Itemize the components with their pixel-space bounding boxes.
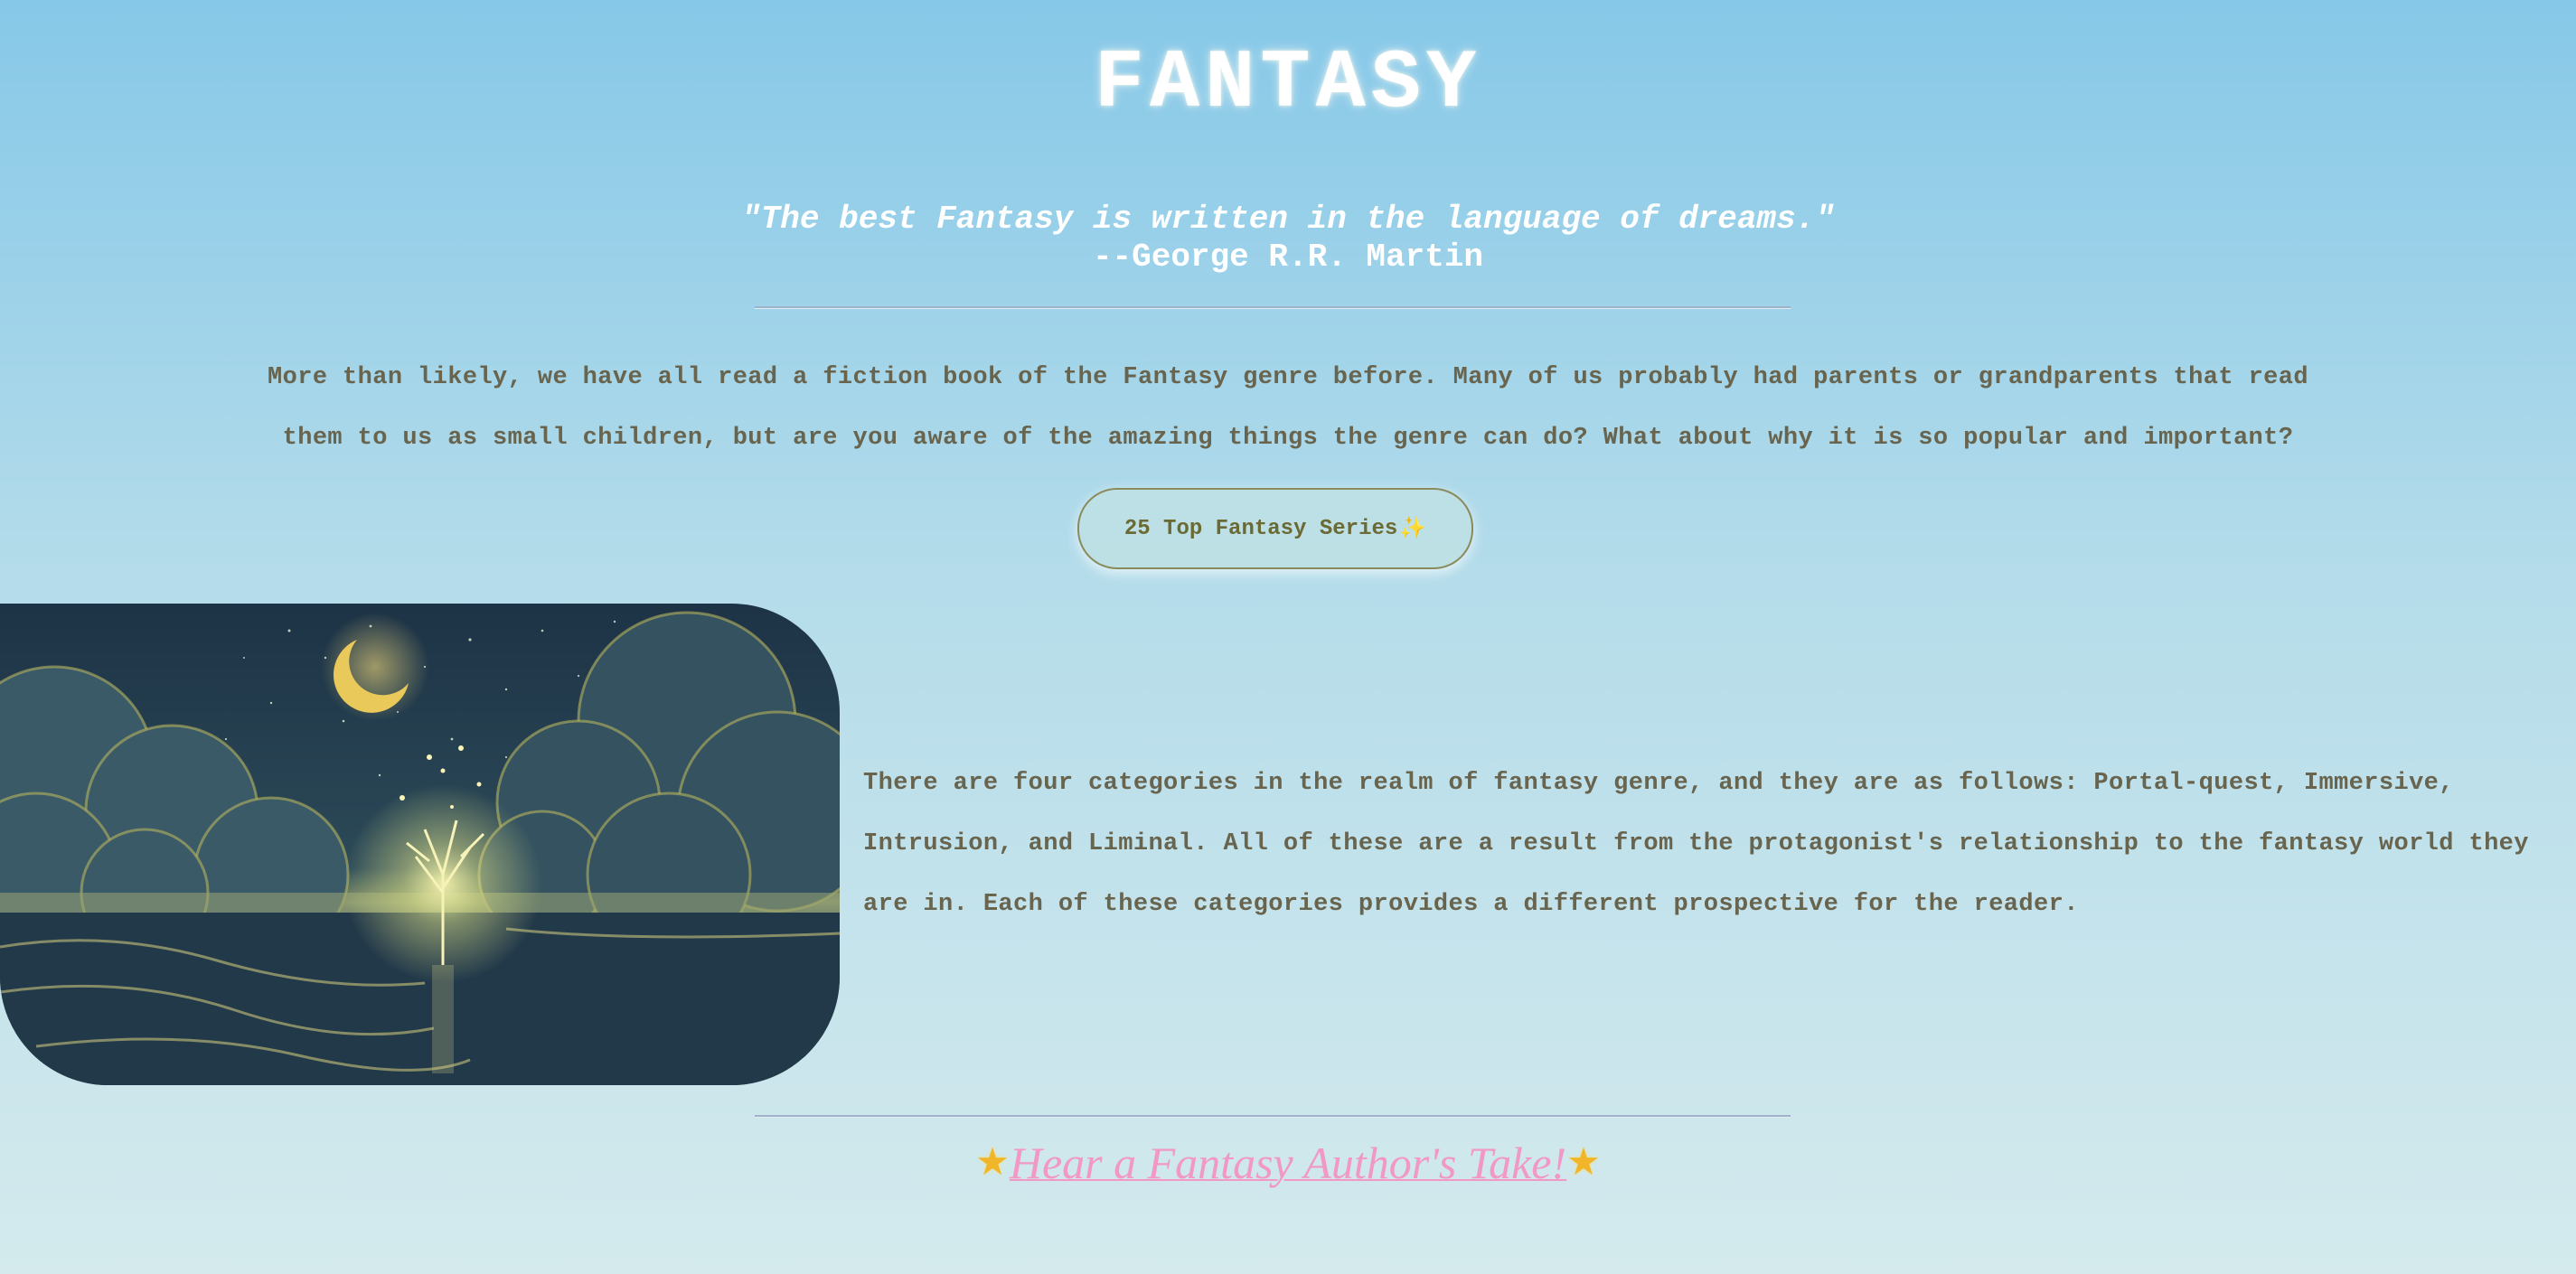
- fantasy-night-landscape-image: [0, 604, 840, 1085]
- star-icon: ★: [1566, 1142, 1601, 1184]
- quote-author: --George R.R. Martin: [1092, 239, 1484, 276]
- page-title: FANTASY: [1094, 36, 1482, 131]
- author-take-link-container: ★Hear a Fantasy Author's Take!★: [0, 1137, 2576, 1189]
- top-fantasy-series-button[interactable]: 25 Top Fantasy Series ✨: [1077, 488, 1473, 569]
- star-icon: ★: [975, 1142, 1010, 1184]
- series-button-label: 25 Top Fantasy Series: [1123, 516, 1398, 541]
- quote-text: "The best Fantasy is written in the lang…: [741, 201, 1835, 238]
- divider-top: [755, 306, 1791, 309]
- author-take-link[interactable]: ★Hear a Fantasy Author's Take!★: [975, 1138, 1601, 1188]
- sparkles-icon: ✨: [1399, 518, 1427, 542]
- divider-bottom: [755, 1115, 1791, 1118]
- author-take-link-label: Hear a Fantasy Author's Take!: [1009, 1138, 1567, 1188]
- quote-block: "The best Fantasy is written in the lang…: [0, 201, 2576, 276]
- categories-paragraph: There are four categories in the realm o…: [863, 770, 2529, 918]
- intro-paragraph: More than likely, we have all read a fic…: [268, 364, 2308, 452]
